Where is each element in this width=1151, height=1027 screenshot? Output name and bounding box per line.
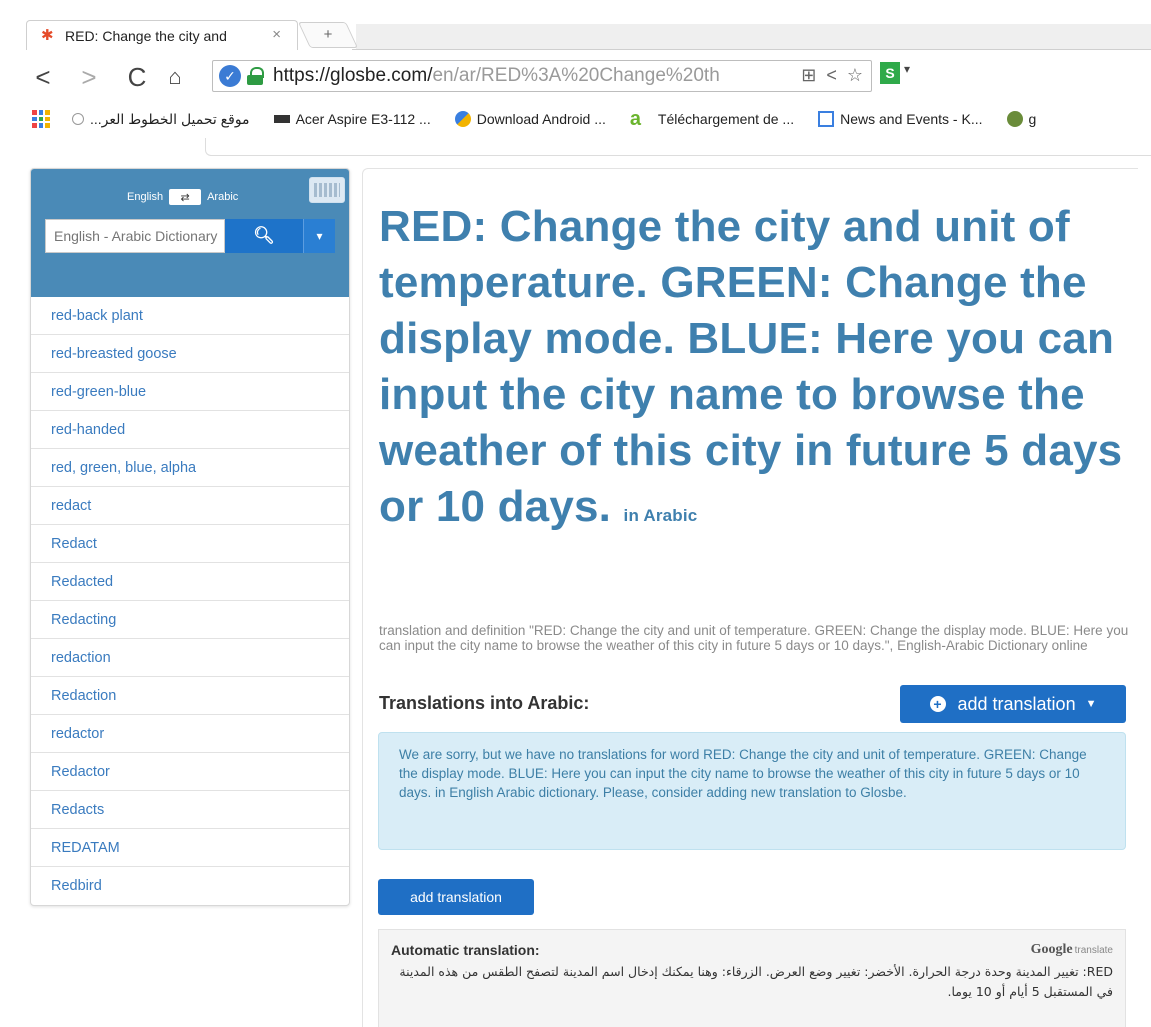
add-translation-dropdown-button[interactable]: + add translation ▼ <box>900 685 1126 723</box>
tab-strip-background <box>356 24 1151 49</box>
forward-button[interactable]: > <box>74 62 104 92</box>
browser-tab[interactable]: ✱ RED: Change the city and × <box>26 20 298 50</box>
bookmark-star-icon[interactable]: ☆ <box>847 65 863 86</box>
no-translation-notice: We are sorry, but we have no translation… <box>378 732 1126 850</box>
translations-heading: Translations into Arabic: <box>379 693 590 713</box>
word-link[interactable]: redaction <box>31 639 349 677</box>
page-title: RED: Change the city and unit of tempera… <box>379 199 1129 535</box>
bookmark-item[interactable]: a Téléchargement de ... <box>629 108 794 130</box>
search-input[interactable] <box>45 219 225 253</box>
address-bar[interactable]: ✓ https://glosbe.com/en/ar/RED%3A%20Chan… <box>212 60 872 92</box>
google-translate-logo: Google translate <box>1030 942 1113 957</box>
reload-button[interactable]: C <box>122 62 152 92</box>
glosbe-favicon-icon: ✱ <box>41 26 54 44</box>
page-header-strip <box>205 138 1151 156</box>
share-icon[interactable]: < <box>826 65 837 86</box>
extension-caret-icon[interactable]: ▾ <box>904 62 910 76</box>
word-link[interactable]: redact <box>31 487 349 525</box>
tab-close-icon[interactable]: × <box>272 26 281 43</box>
a-logo-icon: a <box>629 108 642 130</box>
puzzle-icon <box>454 111 471 127</box>
search-button[interactable]: 🔍︎ <box>225 219 303 253</box>
extension-s-icon[interactable]: S <box>880 62 900 84</box>
word-link[interactable]: Redact <box>31 525 349 563</box>
bookmark-item[interactable]: Download Android ... <box>454 111 606 127</box>
acer-icon <box>273 115 290 123</box>
phrase-heading: RED: Change the city and unit of tempera… <box>379 202 1123 531</box>
word-link[interactable]: red, green, blue, alpha <box>31 449 349 487</box>
word-link[interactable]: Redacted <box>31 563 349 601</box>
tab-title: RED: Change the city and <box>65 27 227 44</box>
source-language[interactable]: English <box>127 191 163 203</box>
language-switch: English ⇄ Arabic <box>127 189 238 205</box>
word-link[interactable]: REDATAM <box>31 829 349 867</box>
plus-circle-icon: + <box>929 696 946 712</box>
page-subtitle: translation and definition "RED: Change … <box>379 623 1129 653</box>
plus-icon: + <box>323 26 333 43</box>
translate-page-icon[interactable]: ⊞ <box>801 65 816 86</box>
add-translation-label: add translation <box>957 693 1076 714</box>
search-panel: English ⇄ Arabic 🔍︎ ▾ <box>31 169 349 297</box>
word-link[interactable]: red-green-blue <box>31 373 349 411</box>
bookmark-item[interactable]: Acer Aspire E3-112 ... <box>273 111 431 127</box>
dictionary-sidebar: English ⇄ Arabic 🔍︎ ▾ red-back plant red… <box>30 168 350 906</box>
bookmark-item[interactable]: ...موقع تحميل الخطوط العر <box>72 111 250 128</box>
automatic-translation-title: Automatic translation: <box>391 942 540 958</box>
word-link[interactable]: redactor <box>31 715 349 753</box>
search-options-caret-icon[interactable]: ▾ <box>303 219 335 253</box>
word-link[interactable]: red-back plant <box>31 297 349 335</box>
word-link[interactable]: Redbird <box>31 867 349 905</box>
apps-grid-icon[interactable] <box>32 110 50 128</box>
url-text: https://glosbe.com/en/ar/RED%3A%20Change… <box>273 65 720 86</box>
add-translation-button[interactable]: add translation <box>378 879 534 915</box>
page-icon <box>818 111 835 127</box>
tab-strip: ✱ RED: Change the city and × + <box>0 0 1151 54</box>
word-link[interactable]: Redaction <box>31 677 349 715</box>
language-suffix: in Arabic <box>623 506 698 525</box>
new-tab-button[interactable]: + <box>297 22 359 48</box>
search-icon: 🔍︎ <box>253 226 275 245</box>
target-language[interactable]: Arabic <box>207 191 238 203</box>
automatic-translation-text: RED: تغيير المدينة وحدة درجة الحرارة. ال… <box>399 964 1113 999</box>
chevron-down-icon: ▼ <box>1085 698 1097 710</box>
automatic-translation-box: Automatic translation: Google translate R… <box>378 929 1126 1027</box>
swap-languages-icon[interactable]: ⇄ <box>169 189 202 205</box>
bookmark-item[interactable]: News and Events - K... <box>818 111 983 127</box>
verified-check-icon: ✓ <box>219 65 241 87</box>
back-button[interactable]: < <box>28 62 58 92</box>
lock-icon <box>247 67 264 85</box>
word-link[interactable]: red-breasted goose <box>31 335 349 373</box>
browser-toolbar: < > C ⌂ ✓ https://glosbe.com/en/ar/RED%3… <box>0 54 1151 100</box>
globe-icon <box>72 113 84 125</box>
main-content: RED: Change the city and unit of tempera… <box>362 168 1138 1027</box>
word-link[interactable]: Redacting <box>31 601 349 639</box>
bookmark-item[interactable]: g <box>1006 111 1036 127</box>
leaf-icon <box>1006 111 1023 127</box>
word-link[interactable]: red-handed <box>31 411 349 449</box>
word-link[interactable]: Redacts <box>31 791 349 829</box>
word-link[interactable]: Redactor <box>31 753 349 791</box>
related-words-list: red-back plant red-breasted goose red-gr… <box>31 297 349 905</box>
bookmarks-bar: ...موقع تحميل الخطوط العر Acer Aspire E3… <box>0 100 1151 138</box>
tab-strip-divider <box>352 49 1151 50</box>
keyboard-icon[interactable] <box>309 177 345 203</box>
home-icon[interactable]: ⌂ <box>160 62 190 92</box>
